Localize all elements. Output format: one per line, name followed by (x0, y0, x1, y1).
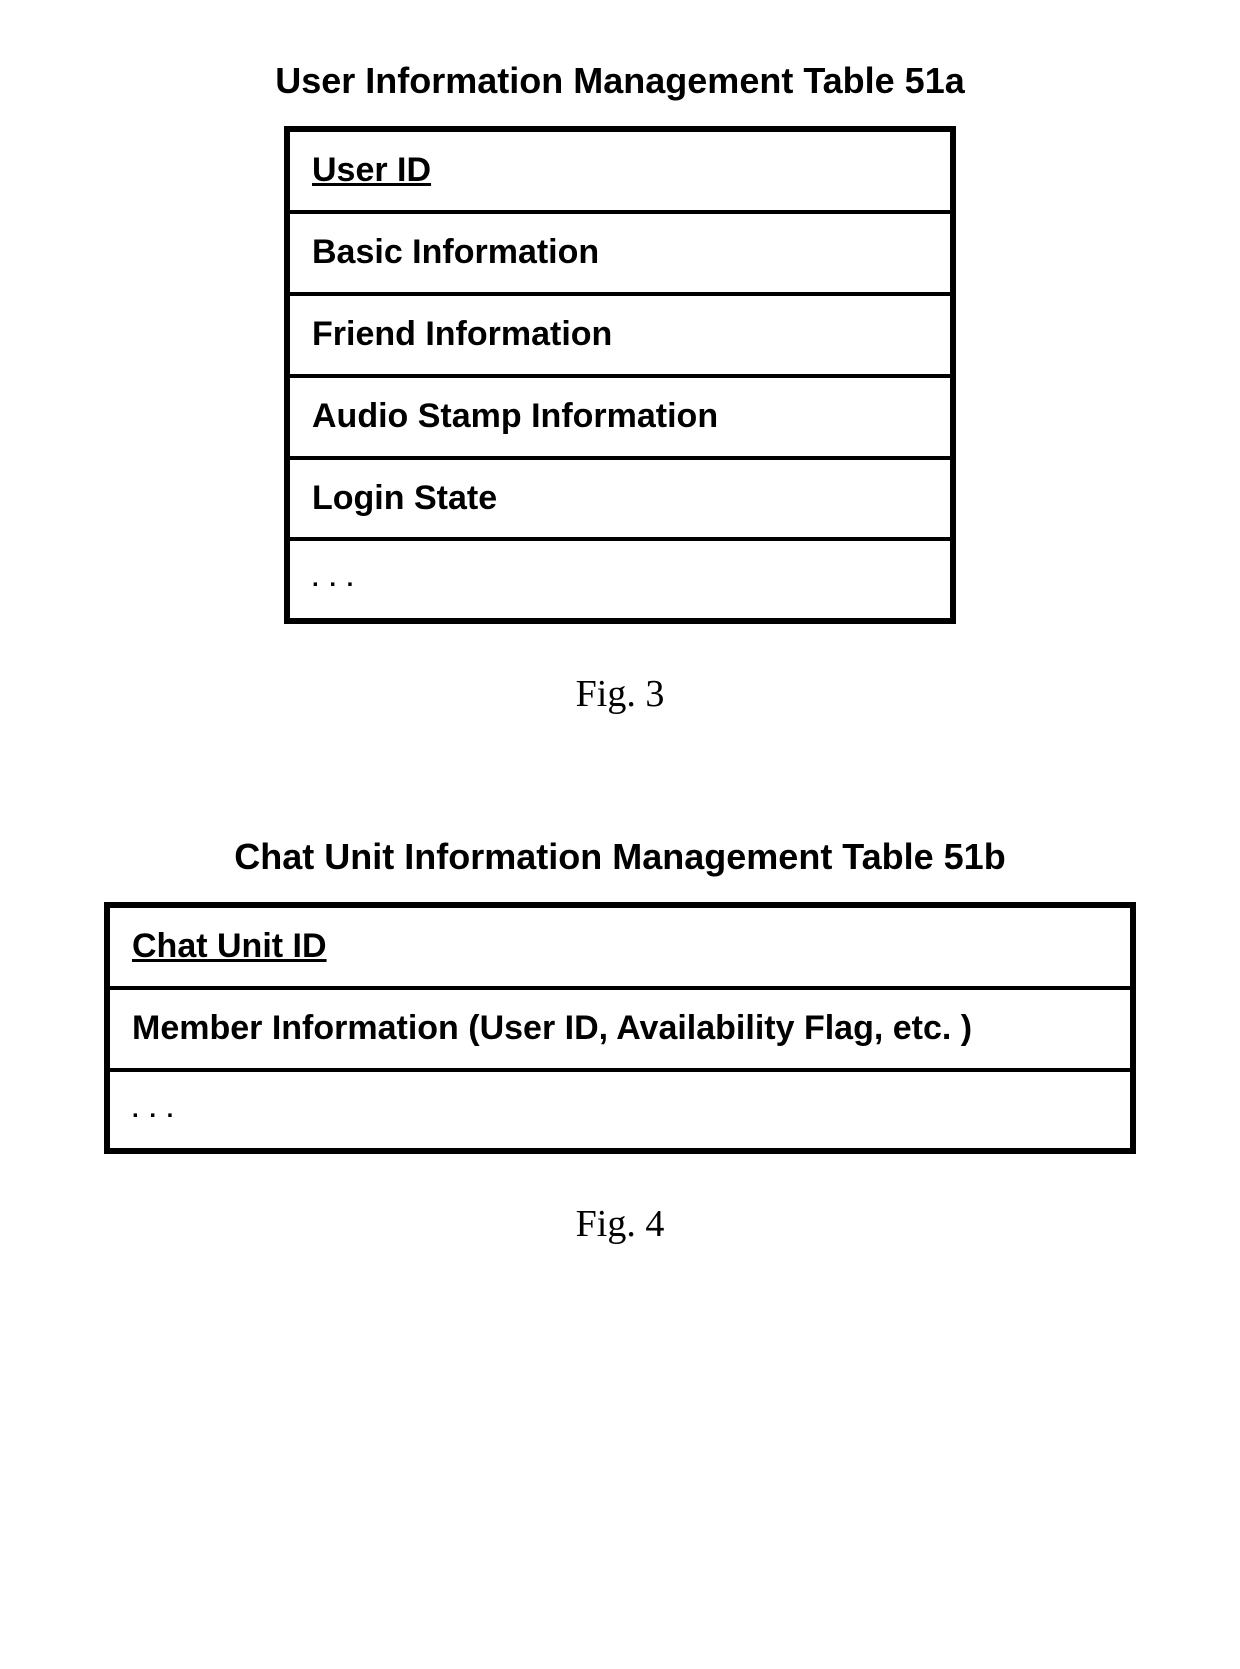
table-row: Chat Unit ID (110, 908, 1130, 990)
figure-4-section: Chat Unit Information Management Table 5… (100, 836, 1140, 1246)
table-row: Member Information (User ID, Availabilit… (110, 990, 1130, 1072)
table-row: Login State (290, 460, 950, 542)
table-row: Audio Stamp Information (290, 378, 950, 460)
table-row-ellipsis: . . . (290, 541, 950, 617)
table-row: Basic Information (290, 214, 950, 296)
figure-caption: Fig. 4 (100, 1202, 1140, 1246)
figure-caption: Fig. 3 (100, 672, 1140, 716)
table-row: User ID (290, 132, 950, 214)
table-row-ellipsis: . . . (110, 1072, 1130, 1148)
chat-unit-table: Chat Unit ID Member Information (User ID… (104, 902, 1136, 1154)
table-title: User Information Management Table 51a (100, 60, 1140, 102)
figure-3-section: User Information Management Table 51a Us… (100, 60, 1140, 716)
user-info-table: User ID Basic Information Friend Informa… (284, 126, 956, 624)
table-title: Chat Unit Information Management Table 5… (100, 836, 1140, 878)
table-row: Friend Information (290, 296, 950, 378)
